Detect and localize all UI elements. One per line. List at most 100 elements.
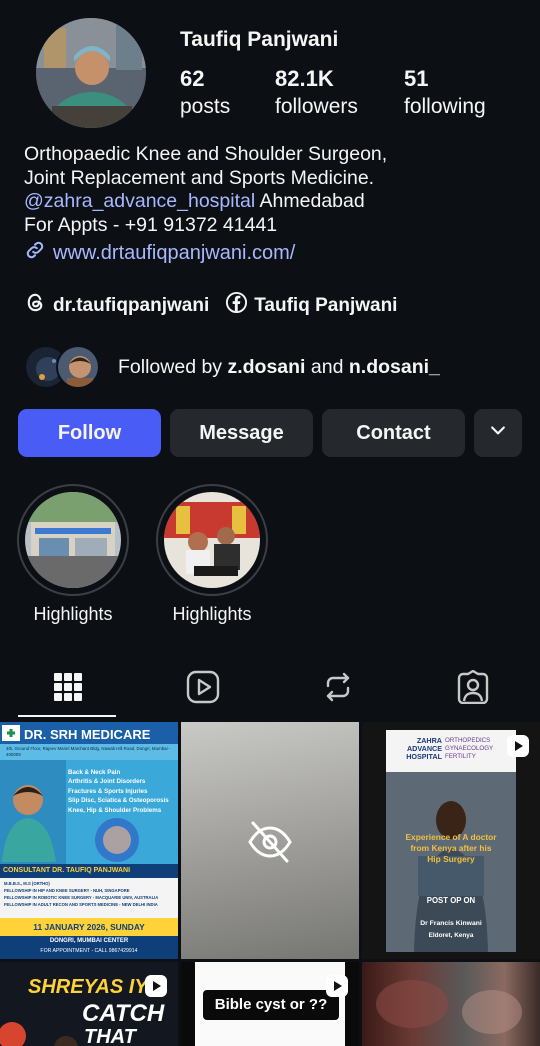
post3-caption-line: from Kenya after his: [410, 843, 492, 853]
facebook-icon: [225, 291, 248, 320]
social-links: dr.taufiqpanjwani Taufiq Panjwani: [24, 291, 413, 320]
followed-by-prefix: Followed by: [118, 355, 228, 378]
threads-icon: [24, 291, 47, 320]
reel-badge-icon: [506, 734, 530, 763]
chevron-down-icon: [488, 420, 508, 446]
post1-appointment: FOR APPOINTMENT - CALL 9867429914: [40, 948, 138, 954]
follower-avatar-2: [56, 345, 100, 389]
stat-posts[interactable]: 62 posts: [180, 66, 230, 122]
link-icon: [24, 239, 46, 267]
post-tile-2[interactable]: [181, 722, 359, 959]
followed-by-text: Followed by z.dosani and n.dosani_: [118, 356, 440, 379]
post1-degree: M.B.B.S., M.S (ORTHO): [4, 881, 50, 886]
post1-fellowship: FELLOWSHIP IN ROBOTIC KNEE SURGERY - MAC…: [4, 895, 159, 900]
highlight-cover: [164, 492, 260, 588]
reels-icon: [186, 670, 220, 709]
post-tile-3[interactable]: ZAHRA ADVANCE HOSPITAL ORTHOPEDICS GYNAE…: [362, 722, 540, 959]
follower-name-2: n.dosani_: [348, 355, 440, 378]
website-link[interactable]: www.drtaufiqpanjwani.com/: [24, 239, 295, 267]
stat-following-label: following: [404, 95, 486, 118]
contact-button[interactable]: Contact: [322, 409, 465, 457]
post3-caption: Experience of A doctor from Kenya after …: [388, 832, 514, 865]
reposts-icon: [322, 671, 354, 708]
message-button[interactable]: Message: [170, 409, 313, 457]
stat-followers[interactable]: 82.1K followers: [275, 66, 358, 122]
post1-credentials: M.B.B.S., M.S (ORTHO) FELLOWSHIP IN HIP …: [4, 880, 176, 908]
post1-doctor: CONSULTANT DR. TAUFIQ PANJWANI: [3, 867, 131, 874]
profile-avatar[interactable]: [36, 18, 146, 128]
post1-service: Slip Disc, Sciatica & Osteoporosis: [68, 797, 169, 805]
facebook-name: Taufiq Panjwani: [254, 294, 398, 316]
post3-caption-line: Experience of A doctor: [405, 832, 497, 842]
active-tab-indicator: [18, 715, 116, 717]
post1-service: Arthritis & Joint Disorders: [68, 778, 146, 786]
hidden-content-icon: [246, 818, 294, 871]
reel-badge-icon: [144, 974, 168, 1003]
highlight-2[interactable]: Highlights: [152, 484, 272, 625]
bio-location: Ahmedabad: [255, 190, 365, 212]
post-tile-1[interactable]: DR. SRH MEDICARE 4th, Ground Floor, Raje…: [0, 722, 178, 959]
tab-posts-grid[interactable]: [0, 660, 135, 718]
post3-dept-a: ORTHOPEDICS: [445, 737, 491, 744]
facebook-link[interactable]: Taufiq Panjwani: [225, 291, 397, 320]
bio-line-3: @zahra_advance_hospital Ahmedabad: [24, 190, 524, 214]
post3-place: Eldoret, Kenya: [428, 932, 474, 939]
post-tile-4[interactable]: SHREYAS IYE CATCH THAT: [0, 962, 178, 1046]
tab-reels[interactable]: [135, 660, 270, 718]
post3-hospital: ZAHRA ADVANCE HOSPITAL: [392, 737, 442, 761]
tagged-icon: [456, 669, 490, 709]
post3-patient: Dr Francis Kinwani: [420, 920, 482, 927]
post3-tag: POST OP ON: [426, 896, 476, 905]
post1-service: Back & Neck Pain: [68, 769, 121, 776]
bio-line-4: For Appts - +91 91372 41441: [24, 213, 278, 236]
post3-hospital-c: HOSPITAL: [406, 752, 442, 761]
post3-dept-c: FERTILITY: [445, 753, 476, 760]
highlight-cover: [25, 492, 121, 588]
post4-line2: CATCH: [82, 1000, 165, 1027]
tab-tagged[interactable]: [405, 660, 540, 718]
follower-name-1: z.dosani: [227, 355, 306, 378]
suggested-accounts-button[interactable]: [474, 409, 522, 457]
follow-button[interactable]: Follow: [18, 409, 161, 457]
highlight-label: Highlights: [172, 604, 252, 624]
profile-name: Taufiq Panjwani: [180, 28, 339, 51]
post1-service: Fractures & Sports Injuries: [68, 787, 148, 795]
highlight-ring: [156, 484, 268, 596]
post1-service: Knee, Hip & Shoulder Problems: [68, 806, 162, 814]
post1-fellowship: FELLOWSHIP IN HIP AND KNEE SURGERY - NUH…: [4, 888, 130, 893]
post-tile-6[interactable]: [362, 962, 540, 1046]
stat-followers-label: followers: [275, 95, 358, 118]
highlight-label: Highlights: [33, 604, 113, 624]
highlight-1[interactable]: Highlights: [13, 484, 133, 625]
stat-posts-count: 62: [180, 66, 205, 91]
post3-caption-line: Hip Surgery: [427, 854, 475, 864]
stat-following[interactable]: 51 following: [404, 66, 486, 122]
post1-date: 11 JANUARY 2026, SUNDAY: [33, 922, 145, 932]
post5-caption: Bible cyst or ??: [203, 990, 339, 1020]
tab-reposts[interactable]: [270, 660, 405, 718]
website-url: www.drtaufiqpanjwani.com/: [53, 241, 296, 264]
followed-by-joiner: and: [305, 355, 349, 378]
post1-address: 4th, Ground Floor, Rajeev Mariel Marchan…: [6, 746, 171, 757]
stat-followers-count: 82.1K: [275, 66, 334, 91]
post1-title: DR. SRH MEDICARE: [24, 727, 151, 742]
post4-line3: THAT: [84, 1026, 136, 1046]
post1-services: Back & Neck Pain Arthritis & Joint Disor…: [68, 768, 176, 815]
bio-line-2: Joint Replacement and Sports Medicine.: [24, 166, 375, 189]
highlight-ring: [17, 484, 129, 596]
reel-badge-icon: [325, 974, 349, 1003]
post1-venue: DONGRI, MUMBAI CENTER: [49, 938, 129, 944]
followed-by-row[interactable]: Followed by z.dosani and n.dosani_: [24, 345, 440, 389]
threads-handle: dr.taufiqpanjwani: [53, 294, 210, 316]
post1-fellowship: FELLOWSHIP IN ADULT RECON AND SPORTS MED…: [4, 902, 158, 907]
post-tile-5[interactable]: Bible cyst or ??: [181, 962, 359, 1046]
profile-tabs: [0, 660, 540, 718]
profile-bio: Orthopaedic Knee and Shoulder Surgeon, J…: [24, 143, 524, 237]
bio-line-1: Orthopaedic Knee and Shoulder Surgeon,: [24, 143, 388, 165]
post3-departments: ORTHOPEDICS GYNAECOLOGY FERTILITY: [445, 737, 515, 761]
stat-posts-label: posts: [180, 95, 231, 118]
threads-link[interactable]: dr.taufiqpanjwani: [24, 291, 209, 320]
post3-dept-b: GYNAECOLOGY: [445, 745, 494, 752]
stat-following-count: 51: [404, 66, 429, 91]
bio-mention-link[interactable]: @zahra_advance_hospital: [24, 190, 255, 212]
